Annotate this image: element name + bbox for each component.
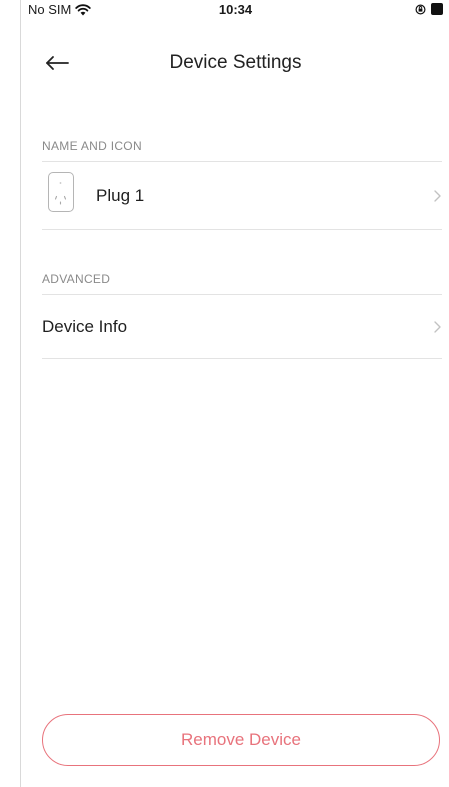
divider — [42, 358, 442, 359]
orientation-lock-icon — [415, 3, 426, 15]
section-header-advanced: ADVANCED — [42, 272, 111, 286]
chevron-right-icon — [432, 320, 442, 334]
device-info-label: Device Info — [42, 317, 128, 336]
section-header-name-icon: NAME AND ICON — [42, 139, 142, 153]
frame-edge — [20, 0, 21, 787]
device-name-label: Plug 1 — [96, 186, 145, 205]
remove-device-button[interactable]: Remove Device — [42, 714, 440, 766]
divider — [42, 229, 442, 230]
page-title: Device Settings — [169, 52, 302, 73]
status-time: 10:34 — [218, 2, 253, 17]
plug-icon — [48, 172, 74, 212]
chevron-right-icon — [432, 189, 442, 203]
status-bar: No SIM 10:34 — [22, 0, 449, 20]
device-name-row[interactable]: Plug 1 — [42, 162, 442, 229]
battery-icon — [431, 3, 443, 15]
status-right — [415, 3, 443, 15]
remove-device-label: Remove Device — [181, 730, 301, 749]
nav-bar: Device Settings — [22, 40, 449, 86]
device-info-row[interactable]: Device Info — [42, 295, 442, 358]
